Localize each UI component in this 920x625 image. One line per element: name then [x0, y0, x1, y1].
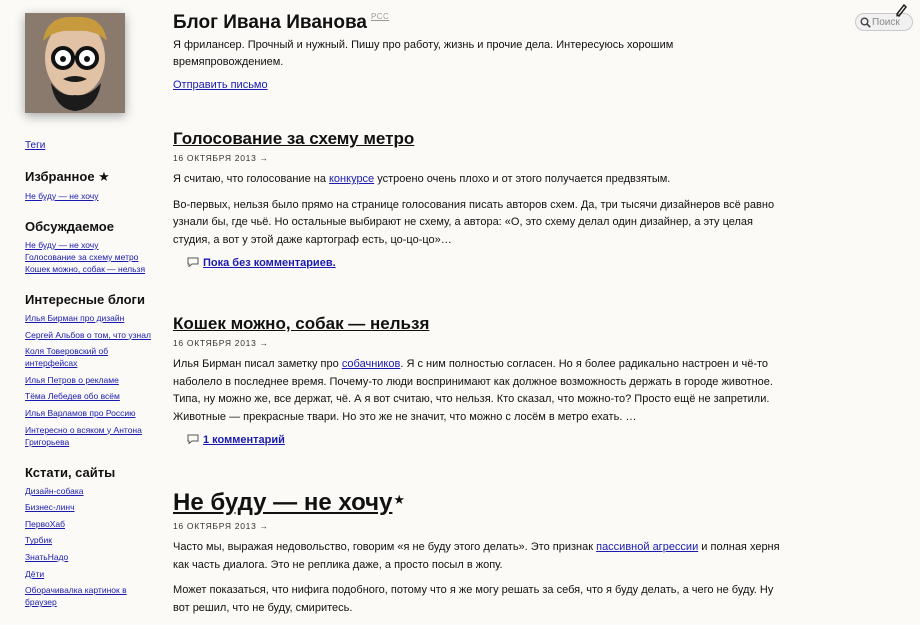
list-item: Не буду — не хочу [25, 190, 160, 202]
sidebar: Теги Избранное ★ Не буду — не хочу Обсуж… [25, 140, 160, 625]
list-item: Сергей Альбов о том, что узнал [25, 329, 160, 341]
inline-link[interactable]: собачников [342, 358, 401, 370]
pencil-icon[interactable] [894, 3, 908, 17]
discussed-link[interactable]: Не буду — не хочу [25, 240, 98, 250]
text: Илья Бирман писал заметку про [173, 358, 342, 370]
post: Не буду — не хочу★ 16 ОКТЯБРЯ 2013 → Час… [173, 489, 793, 625]
favorites-list: Не буду — не хочу [25, 190, 160, 202]
favorite-star-icon: ★ [393, 492, 406, 507]
post-title: Кошек можно, собак — нельзя [173, 314, 793, 334]
post-date[interactable]: 16 ОКТЯБРЯ 2013 → [173, 338, 793, 348]
author-avatar [25, 13, 125, 113]
post-paragraph: Может показаться, что нифига подобного, … [173, 584, 774, 614]
discussed-heading: Обсуждаемое [25, 219, 114, 234]
blog-title-text: Блог Ивана Иванова [173, 12, 367, 33]
post-date[interactable]: 16 ОКТЯБРЯ 2013 → [173, 153, 793, 163]
blog-link[interactable]: Илья Петров о рекламе [25, 375, 119, 385]
text: Часто мы, выражая недовольство, говорим … [173, 541, 597, 553]
list-item: Илья Петров о рекламе [25, 374, 160, 386]
post-date[interactable]: 16 ОКТЯБРЯ 2013 → [173, 521, 793, 531]
list-item: Кошек можно, собак — нельзя [25, 263, 160, 275]
site-link[interactable]: Оборачивалка картинок в браузер [25, 585, 127, 607]
list-item: Турбик [25, 534, 160, 546]
comments-link[interactable]: 1 комментарий [203, 434, 285, 446]
comment-bubble-icon [187, 434, 199, 444]
list-item: Илья Бирман про дизайн [25, 312, 160, 324]
inline-link[interactable]: конкурсе [329, 173, 374, 185]
blogs-list: Илья Бирман про дизайн Сергей Альбов о т… [25, 312, 160, 448]
discussed-list: Не буду — не хочу Голосование за схему м… [25, 239, 160, 275]
post-title: Не буду — не хочу★ [173, 489, 793, 517]
list-item: Дизайн-собака [25, 485, 160, 497]
sites-list: Дизайн-собака Бизнес-линч ПервоХаб Турби… [25, 485, 160, 609]
text: устроено очень плохо и от этого получает… [374, 173, 671, 185]
list-item: Голосование за схему метро [25, 251, 160, 263]
post-title-link[interactable]: Кошек можно, собак — нельзя [173, 314, 429, 333]
post: Голосование за схему метро 16 ОКТЯБРЯ 20… [173, 129, 793, 269]
rss-link[interactable]: РСС [371, 12, 389, 21]
post: Кошек можно, собак — нельзя 16 ОКТЯБРЯ 2… [173, 314, 793, 446]
list-item: ПервоХаб [25, 518, 160, 530]
blog-link[interactable]: Тёма Лебедев обо всём [25, 391, 120, 401]
post-paragraph: Часто мы, выражая недовольство, говорим … [173, 539, 793, 574]
favorites-heading: Избранное ★ [25, 169, 110, 184]
list-item: Дёти [25, 568, 160, 580]
list-item: Тёма Лебедев обо всём [25, 390, 160, 402]
site-link[interactable]: Дизайн-собака [25, 486, 84, 496]
blog-link[interactable]: Илья Варламов про Россию [25, 408, 136, 418]
discussed-link[interactable]: Голосование за схему метро [25, 252, 138, 262]
site-link[interactable]: ЗнатьНадо [25, 552, 68, 562]
list-item: Бизнес-линч [25, 501, 160, 513]
blog-link[interactable]: Интересно о всяком у Антона Григорьева [25, 425, 142, 447]
search-icon [860, 17, 871, 28]
site-link[interactable]: Дёти [25, 569, 44, 579]
site-link[interactable]: ПервоХаб [25, 519, 65, 529]
blog-link[interactable]: Коля Товеровский об интерфейсах [25, 346, 108, 368]
post-title: Голосование за схему метро [173, 129, 793, 149]
site-link[interactable]: Бизнес-линч [25, 502, 75, 512]
blog-link[interactable]: Сергей Альбов о том, что узнал [25, 330, 151, 340]
list-item: Не буду — не хочу [25, 239, 160, 251]
list-item: Оборачивалка картинок в браузер [25, 584, 160, 608]
comments-row: 1 комментарий [187, 434, 793, 446]
list-item: Интересно о всяком у Антона Григорьева [25, 424, 160, 448]
post-paragraph: Илья Бирман писал заметку про собачников… [173, 356, 793, 426]
post-paragraph: Я считаю, что голосование на конкурсе ус… [173, 171, 793, 189]
favorites-link[interactable]: Не буду — не хочу [25, 191, 98, 201]
discussed-link[interactable]: Кошек можно, собак — нельзя [25, 264, 145, 274]
text: Я считаю, что голосование на [173, 173, 329, 185]
send-letter-link[interactable]: Отправить письмо [173, 79, 268, 91]
inline-link[interactable]: пассивной агрессии [596, 541, 698, 553]
sidebar-tags-link[interactable]: Теги [25, 140, 160, 151]
post-title-link[interactable]: Голосование за схему метро [173, 129, 414, 148]
post-paragraph: Во-первых, нельзя было прямо на странице… [173, 198, 775, 246]
search-placeholder: Поиск [872, 17, 900, 28]
blog-description: Я фрилансер. Прочный и нужный. Пишу про … [173, 39, 674, 68]
blog-link[interactable]: Илья Бирман про дизайн [25, 313, 124, 323]
blogs-heading: Интересные блоги [25, 292, 145, 307]
post-title-link[interactable]: Не буду — не хочу [173, 489, 392, 516]
comments-row: Пока без комментариев. [187, 257, 793, 269]
list-item: Илья Варламов про Россию [25, 407, 160, 419]
list-item: ЗнатьНадо [25, 551, 160, 563]
comment-bubble-icon [187, 257, 199, 267]
list-item: Коля Товеровский об интерфейсах [25, 345, 160, 369]
sites-heading: Кстати, сайты [25, 464, 116, 480]
site-link[interactable]: Турбик [25, 535, 52, 545]
comments-link[interactable]: Пока без комментариев. [203, 257, 336, 269]
blog-title: Блог Ивана Иванова РСС [173, 12, 389, 34]
